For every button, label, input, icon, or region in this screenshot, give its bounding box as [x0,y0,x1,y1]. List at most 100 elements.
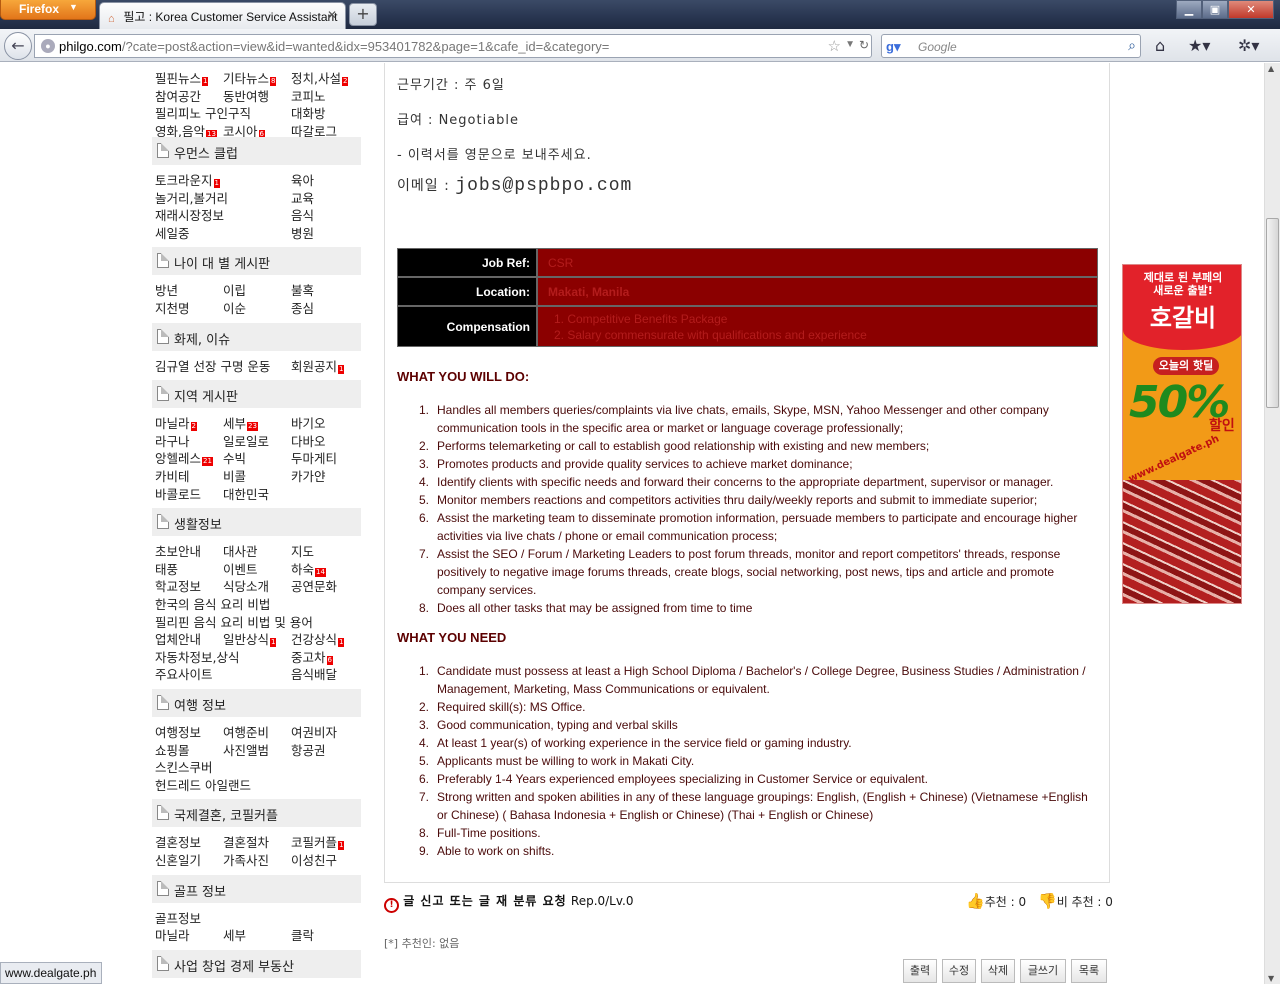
sidebar-link[interactable]: 여행준비 [223,722,269,741]
sidebar-link[interactable]: 학교정보 [155,576,201,595]
write-button[interactable]: 글쓰기 [1020,959,1066,983]
scroll-thumb[interactable] [1266,218,1279,408]
sidebar-link[interactable]: 헌드레드 아일랜드 [155,775,251,794]
sidebar-link[interactable]: 신혼일기 [155,850,201,869]
sidebar-link[interactable]: 결혼절차 [223,832,269,851]
sidebar-link[interactable]: 초보안내 [155,541,201,560]
page-scrollbar[interactable]: ▲ ▼ [1264,63,1280,984]
home-icon[interactable]: ⌂ [1155,36,1165,55]
sidebar-link[interactable]: 태풍 [155,559,178,578]
sidebar-link[interactable]: 필핀뉴스 1 [155,68,209,87]
sidebar-link[interactable]: 가족사진 [223,850,269,869]
reload-icon[interactable]: ↻ [859,38,869,52]
sidebar-link[interactable]: 코피노 [291,86,326,105]
sidebar-link[interactable]: 여권비자 [291,722,337,741]
sidebar-link[interactable]: 사진앨범 [223,740,269,759]
sidebar-link[interactable]: 여행정보 [155,722,201,741]
sidebar-section-header[interactable]: 화제, 이슈 [152,322,361,351]
search-input[interactable]: g▾ Google ⌕ [881,34,1141,58]
sidebar-link[interactable]: 쇼핑몰 [155,740,190,759]
bookmarks-icon[interactable]: ★▾ [1188,36,1210,55]
sidebar-link[interactable]: 이립 [223,280,246,299]
sidebar-link[interactable]: 음식배달 [291,664,337,683]
sidebar-link[interactable]: 바콜로드 [155,484,201,503]
sidebar-link[interactable]: 결혼정보 [155,832,201,851]
sidebar-link[interactable]: 식당소개 [223,576,269,595]
sidebar-link[interactable]: 토크라운지 1 [155,170,220,189]
sidebar-section-header[interactable]: 여행 정보 [152,689,361,717]
bookmark-star-icon[interactable]: ☆ [828,37,841,55]
sidebar-link[interactable]: 수빅 [223,448,246,467]
sidebar-link[interactable]: 지천명 [155,298,190,317]
sidebar-link[interactable]: 라구나 [155,431,190,450]
sidebar-link[interactable]: 카가얀 [291,466,326,485]
maximize-button[interactable]: ▣ [1202,0,1228,19]
sidebar-link[interactable]: 코필커플 1 [291,832,345,851]
sidebar-link[interactable]: 정치,사설 2 [291,68,349,87]
sidebar-link[interactable]: 한국의 음식 요리 비법 [155,594,270,613]
sidebar-link[interactable]: 종심 [291,298,314,317]
sidebar-link[interactable]: 지도 [291,541,314,560]
sidebar-link[interactable]: 공연문화 [291,576,337,595]
print-button[interactable]: 출력 [903,959,937,983]
sidebar-link[interactable]: 일반상식 1 [223,629,277,648]
sidebar-link[interactable]: 불혹 [291,280,314,299]
delete-button[interactable]: 삭제 [981,959,1015,983]
sidebar-link[interactable]: 골프정보 [155,908,201,927]
sidebar-link[interactable]: 대한민국 [223,484,269,503]
browser-tab[interactable]: ⌂ 필고 : Korea Customer Service Assistant ✕ [99,2,346,29]
sidebar-link[interactable]: 육아 [291,170,314,189]
sidebar-link[interactable]: 카비테 [155,466,190,485]
scroll-down-icon[interactable]: ▼ [1268,974,1274,983]
sidebar-link[interactable]: 김규열 선장 구명 운동 [155,356,270,375]
sidebar-link[interactable]: 두마게티 [291,448,337,467]
sidebar-link[interactable]: 기타뉴스 8 [223,68,277,87]
sidebar-section-header[interactable]: 나이 대 별 게시판 [152,247,361,276]
recommend-button[interactable]: 👍추천 : 0 [966,892,1026,910]
sidebar-link[interactable]: 세일중 [155,223,190,242]
sidebar-link[interactable]: 병원 [291,223,314,242]
sidebar-link[interactable]: 앙헬레스 21 [155,448,213,467]
sidebar-link[interactable]: 대화방 [291,103,326,122]
sidebar-link[interactable]: 대사관 [223,541,258,560]
sidebar-link[interactable]: 놀거리,볼거리 [155,188,228,207]
sidebar-section-header[interactable]: 골프 정보 [152,874,361,903]
sidebar-link[interactable]: 업체안내 [155,629,201,648]
sidebar-link[interactable]: 재래시장정보 [155,205,224,224]
sidebar-link[interactable]: 필리피노 구인구직 [155,103,251,122]
sidebar-link[interactable]: 건강상식 1 [291,629,345,648]
not-recommend-button[interactable]: 👎비 추천 : 0 [1038,892,1113,910]
sidebar-link[interactable]: 방년 [155,280,178,299]
sidebar-link[interactable]: 음식 [291,205,314,224]
url-bar[interactable]: ● philgo.com/?cate=post&action=view&id=w… [34,34,872,58]
close-tab-icon[interactable]: ✕ [327,8,337,22]
sidebar-section-header[interactable]: 국제결혼, 코필커플 [152,799,361,828]
window-close-button[interactable]: ✕ [1228,0,1274,19]
sidebar-link[interactable]: 클락 [291,925,314,944]
firefox-menu-button[interactable]: Firefox ▼ [0,0,96,20]
sidebar-section-header[interactable]: 우먼스 클럽 [152,137,361,165]
minimize-button[interactable]: ▁ [1176,0,1202,19]
report-line[interactable]: ! 글 신고 또는 글 재 분류 요청 Rep.0/Lv.0 [384,892,634,913]
dealgate-ad-banner[interactable]: 제대로 된 부페의 새로운 출발! 호갈비 오늘의 핫딜 50% 할인 www.d… [1122,264,1242,604]
sidebar-link[interactable]: 세부 [223,925,246,944]
sidebar-section-header[interactable]: 사업 창업 경제 부동산 [152,949,361,978]
sidebar-link[interactable]: 이성친구 [291,850,337,869]
sidebar-link[interactable]: 동반여행 [223,86,269,105]
sidebar-link[interactable]: 이순 [223,298,246,317]
sidebar-link[interactable]: 일로일로 [223,431,269,450]
sidebar-link[interactable]: 자동차정보,상식 [155,647,239,666]
sidebar-link[interactable]: 중고차 6 [291,647,333,666]
scroll-up-icon[interactable]: ▲ [1268,64,1274,73]
back-button[interactable]: ← [4,32,32,60]
sidebar-link[interactable]: 이벤트 [223,559,258,578]
sidebar-link[interactable]: 비콜 [223,466,246,485]
search-icon[interactable]: ⌕ [1128,37,1136,54]
sidebar-link[interactable]: 필리핀 음식 요리 비법 및 용어 [155,612,313,631]
sidebar-link[interactable]: 회원공지 1 [291,356,345,375]
sidebar-link[interactable]: 교육 [291,188,314,207]
sidebar-link[interactable]: 스킨스쿠버 [155,757,213,776]
sidebar-link[interactable]: 세부 23 [223,413,258,432]
sidebar-section-header[interactable]: 생활정보 [152,508,361,537]
sidebar-link[interactable]: 하숙 14 [291,559,326,578]
